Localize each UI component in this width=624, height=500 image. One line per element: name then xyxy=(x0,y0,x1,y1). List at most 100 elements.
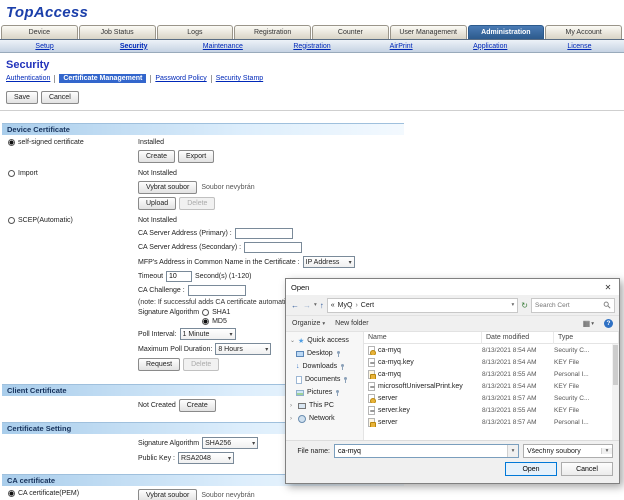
breadcrumb-overflow-icon[interactable]: « xyxy=(331,302,335,309)
tree-item-quick-access[interactable]: ⌄ ★ Quick access xyxy=(286,334,363,347)
poll-interval-select[interactable]: 1 Minute ▾ xyxy=(180,328,236,340)
search-input[interactable] xyxy=(535,302,601,309)
file-type-select[interactable]: Všechny soubory ▾ xyxy=(523,444,613,458)
subnav-setup[interactable]: Setup xyxy=(0,43,89,50)
link-authentication[interactable]: Authentication xyxy=(6,75,50,82)
file-row[interactable]: server 8/13/2021 8:57 AM Personal I... xyxy=(364,416,619,428)
chevron-down-icon[interactable]: ▾ xyxy=(507,445,518,457)
expand-icon[interactable]: › xyxy=(290,403,295,409)
back-icon[interactable]: ← xyxy=(290,301,300,310)
tree-item-pictures[interactable]: Pictures xyxy=(286,386,363,399)
breadcrumb-myq[interactable]: MyQ xyxy=(338,302,353,309)
max-poll-select[interactable]: 8 Hours ▾ xyxy=(215,343,271,355)
dialog-title-bar[interactable]: Open ✕ xyxy=(286,279,619,295)
file-row[interactable]: ca-myq 8/13/2021 8:55 AM Personal I... xyxy=(364,368,619,380)
ca-primary-input[interactable] xyxy=(235,228,293,239)
address-bar[interactable]: « MyQ › Cert ▾ xyxy=(327,298,519,313)
save-button[interactable]: Save xyxy=(6,91,38,104)
column-name[interactable]: Name xyxy=(364,332,482,344)
close-icon[interactable]: ✕ xyxy=(597,279,619,295)
import-browse-button[interactable]: Vybrat soubor xyxy=(138,181,197,194)
tree-item-desktop[interactable]: Desktop xyxy=(286,347,363,360)
tab-logs[interactable]: Logs xyxy=(157,25,234,39)
ca-pem-browse-button[interactable]: Vybrat soubor xyxy=(138,489,197,500)
link-security-stamp[interactable]: Security Stamp xyxy=(216,75,263,82)
setting-signature-value: SHA256 xyxy=(205,440,231,447)
main-tab-bar: Device Job Status Logs Registration Coun… xyxy=(0,25,624,40)
help-icon[interactable]: ? xyxy=(604,319,613,328)
documents-icon xyxy=(296,376,302,384)
tab-registration[interactable]: Registration xyxy=(234,25,311,39)
subnav-security[interactable]: Security xyxy=(89,43,178,50)
tree-item-documents[interactable]: Documents xyxy=(286,373,363,386)
tab-user-management[interactable]: User Management xyxy=(390,25,467,39)
file-row[interactable]: server 8/13/2021 8:57 AM Security C... xyxy=(364,392,619,404)
subnav-maintenance[interactable]: Maintenance xyxy=(178,43,267,50)
forward-icon[interactable]: → xyxy=(302,301,312,310)
self-signed-radio[interactable] xyxy=(8,139,15,146)
file-date: 8/13/2021 8:55 AM xyxy=(482,371,554,378)
scep-radio[interactable] xyxy=(8,217,15,224)
export-device-cert-button[interactable]: Export xyxy=(178,150,214,163)
scep-delete-button[interactable]: Delete xyxy=(183,358,219,371)
subnav-registration[interactable]: Registration xyxy=(267,43,356,50)
client-cert-create-button[interactable]: Create xyxy=(179,399,216,412)
tab-job-status[interactable]: Job Status xyxy=(79,25,156,39)
file-name-input[interactable] xyxy=(335,445,507,457)
address-dropdown-icon[interactable]: ▾ xyxy=(512,302,515,308)
new-folder-button[interactable]: New folder xyxy=(335,320,368,327)
file-row[interactable]: ca-myq 8/13/2021 8:54 AM Security C... xyxy=(364,344,619,356)
scep-request-button[interactable]: Request xyxy=(138,358,180,371)
ca-secondary-input[interactable] xyxy=(244,242,302,253)
separator xyxy=(211,75,212,83)
import-upload-button[interactable]: Upload xyxy=(138,197,176,210)
dialog-cancel-button[interactable]: Cancel xyxy=(561,462,613,476)
file-row[interactable]: server.key 8/13/2021 8:55 AM KEY File xyxy=(364,404,619,416)
import-radio[interactable] xyxy=(8,170,15,177)
file-row[interactable]: ca-myq.key 8/13/2021 8:54 AM KEY File xyxy=(364,356,619,368)
sha1-radio[interactable] xyxy=(202,309,209,316)
organize-button[interactable]: Organize ▾ xyxy=(292,320,325,327)
md5-radio[interactable] xyxy=(202,318,209,325)
timeout-input[interactable] xyxy=(166,271,192,282)
cancel-button[interactable]: Cancel xyxy=(41,91,79,104)
pin-icon xyxy=(343,377,348,383)
file-type: KEY File xyxy=(554,359,619,366)
import-label: Import xyxy=(18,170,38,177)
tree-item-network[interactable]: › Network xyxy=(286,412,363,425)
subnav-application[interactable]: Application xyxy=(446,43,535,50)
link-certificate-management[interactable]: Certificate Management xyxy=(59,74,146,83)
up-icon[interactable]: ↑ xyxy=(319,301,325,310)
ca-pem-radio[interactable] xyxy=(8,490,15,497)
expand-icon[interactable]: › xyxy=(290,416,295,422)
subnav-airprint[interactable]: AirPrint xyxy=(357,43,446,50)
sha1-label: SHA1 xyxy=(212,309,230,316)
breadcrumb-cert[interactable]: Cert xyxy=(361,302,374,309)
scrollbar-thumb[interactable] xyxy=(613,345,618,385)
scrollbar[interactable] xyxy=(612,344,619,440)
tree-item-downloads[interactable]: ↓ Downloads xyxy=(286,360,363,373)
column-type[interactable]: Type xyxy=(554,332,619,344)
ca-challenge-input[interactable] xyxy=(188,285,246,296)
tab-administration[interactable]: Administration xyxy=(468,25,545,39)
public-key-select[interactable]: RSA2048 ▾ xyxy=(178,452,234,464)
column-date-modified[interactable]: Date modified xyxy=(482,332,554,344)
tree-item-this-pc[interactable]: › This PC xyxy=(286,399,363,412)
tab-device[interactable]: Device xyxy=(1,25,78,39)
mfp-address-value: IP Address xyxy=(306,259,340,266)
tab-my-account[interactable]: My Account xyxy=(545,25,622,39)
quick-access-icon: ★ xyxy=(298,337,304,345)
link-password-policy[interactable]: Password Policy xyxy=(155,75,206,82)
file-row[interactable]: microsoftUniversalPrint.key 8/13/2021 8:… xyxy=(364,380,619,392)
mfp-address-select[interactable]: IP Address ▾ xyxy=(303,256,355,268)
expand-icon[interactable]: ⌄ xyxy=(290,337,295,344)
import-delete-button[interactable]: Delete xyxy=(179,197,215,210)
open-button[interactable]: Open xyxy=(505,462,557,476)
refresh-icon[interactable]: ↻ xyxy=(520,301,529,310)
tab-counter[interactable]: Counter xyxy=(312,25,389,39)
setting-signature-select[interactable]: SHA256 ▾ xyxy=(202,437,258,449)
view-options-button[interactable]: ▦ ▾ xyxy=(583,319,594,328)
history-dropdown-icon[interactable]: ▾ xyxy=(314,302,317,308)
create-device-cert-button[interactable]: Create xyxy=(138,150,175,163)
subnav-license[interactable]: License xyxy=(535,43,624,50)
